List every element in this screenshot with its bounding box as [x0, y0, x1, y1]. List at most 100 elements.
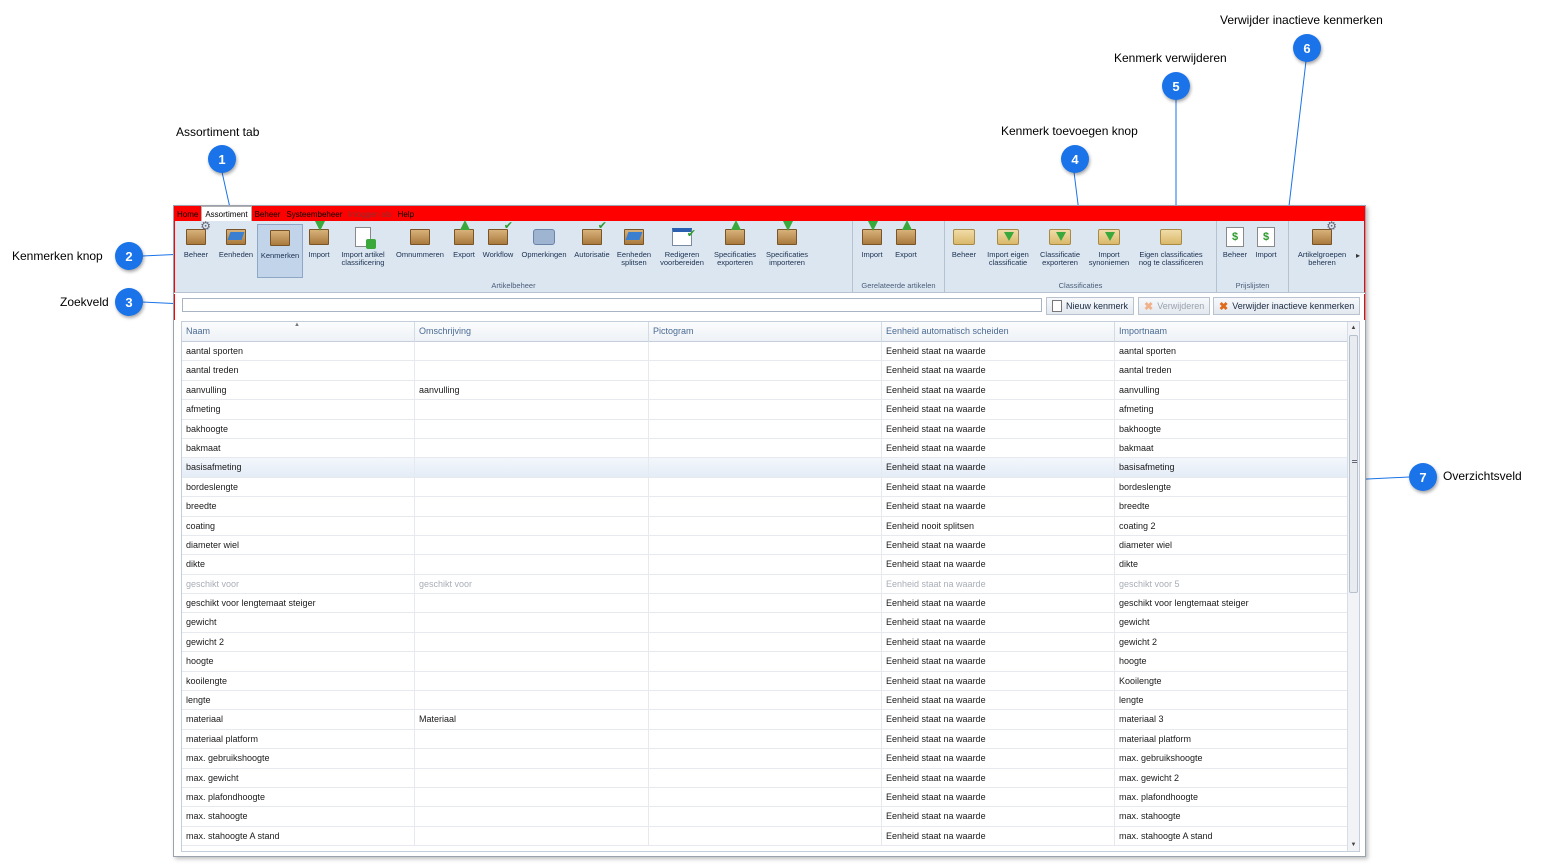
calendar-check-icon [672, 228, 696, 246]
tab-home[interactable]: Home [174, 208, 201, 221]
tab-systeembeheer[interactable]: Systeembeheer [283, 208, 345, 221]
ribbon-btn-export[interactable]: Export [449, 220, 479, 261]
folder-import-icon [997, 229, 1019, 245]
table-row[interactable]: hoogte Eenheid staat na waarde hoogte [182, 652, 1348, 672]
ribbon-btn-eenheden[interactable]: Eenheden [215, 224, 257, 261]
ribbon-btn-import-artikel-classificering[interactable]: Import artikel classificering [335, 224, 391, 269]
ribbon-btn-eenheden-splitsen[interactable]: Eenheden splitsen [613, 224, 655, 269]
column-header-importnaam[interactable]: Importnaam [1115, 322, 1348, 342]
column-header-eenheid[interactable]: Eenheid automatisch scheiden [882, 322, 1115, 342]
ribbon-btn-autorisatie[interactable]: Autorisatie [571, 222, 613, 261]
delete-inactive-button[interactable]: ✖ Verwijder inactieve kenmerken [1213, 297, 1361, 315]
ribbon-btn-import-eigen-classificatie[interactable]: Import eigen classificatie [981, 224, 1035, 269]
vertical-scrollbar[interactable]: ▲ ▼ [1347, 322, 1359, 851]
table-cell [649, 671, 882, 691]
scroll-down-icon[interactable]: ▼ [1348, 839, 1359, 851]
table-row[interactable]: max. gebruikshoogte Eenheid staat na waar… [182, 749, 1348, 769]
table-cell: geschikt voor 5 [1115, 574, 1348, 594]
table-cell: max. stahoogte [182, 807, 415, 826]
scroll-up-icon[interactable]: ▲ [1348, 322, 1359, 334]
doc-import-icon [355, 227, 376, 249]
table-cell [415, 768, 649, 787]
table-row[interactable]: materiaal Materiaal Eenheid staat na waard… [182, 710, 1348, 730]
table-row[interactable]: afmeting Eenheid staat na waarde afmeting [182, 400, 1348, 420]
table-row[interactable]: basisafmeting Eenheid staat na waarde basi… [182, 458, 1348, 478]
table-row[interactable]: coating Eenheid nooit splitsen coating 2 [182, 516, 1348, 536]
scrollbar-thumb[interactable] [1349, 335, 1358, 593]
table-row[interactable]: bakhoogte Eenheid staat na waarde bakhoogt… [182, 419, 1348, 439]
folder-export-icon [1049, 229, 1071, 245]
table-row[interactable]: diameter wiel Eenheid staat na waarde diam… [182, 535, 1348, 556]
table-row[interactable]: geschikt voor geschikt voor Eenheid staat … [182, 574, 1348, 595]
search-input[interactable] [182, 298, 1042, 312]
folder-import-icon [1098, 229, 1120, 245]
ribbon-btn-eigen-classificaties[interactable]: Eigen classificaties nog te classificere… [1133, 224, 1209, 269]
table-row[interactable]: max. stahoogte Eenheid staat na waarde max… [182, 807, 1348, 827]
table-cell: materiaal 3 [1115, 710, 1348, 729]
table-row[interactable]: max. gewicht Eenheid staat na waarde max. … [182, 768, 1348, 788]
tab-beheer[interactable]: Beheer [252, 208, 284, 221]
table-cell [649, 458, 882, 477]
ribbon-btn-classificaties-beheer[interactable]: Beheer [947, 224, 981, 261]
ribbon-btn-beheer[interactable]: Beheer [177, 222, 215, 261]
callout-label-4: Kenmerk toevoegen knop [1001, 124, 1138, 138]
ribbon-btn-gerelateerde-export[interactable]: Export [889, 220, 923, 261]
ribbon-btn-gerelateerde-import[interactable]: Import [855, 221, 889, 261]
box-split-icon [624, 229, 644, 245]
ribbon-btn-redigeren-voorbereiden[interactable]: Redigeren voorbereiden [655, 224, 709, 269]
column-header-omschrijving[interactable]: Omschrijving [415, 322, 649, 342]
box-renumber-icon [410, 229, 430, 245]
table-cell [415, 749, 649, 768]
tab-help[interactable]: Help [395, 208, 417, 221]
table-row[interactable]: dikte Eenheid staat na waarde dikte [182, 555, 1348, 575]
grid-body: aantal sporten Eenheid staat na waarde aan… [182, 342, 1348, 847]
table-row[interactable]: kooilengte Eenheid staat na waarde Kooilen… [182, 671, 1348, 692]
table-cell: materiaal platform [182, 729, 415, 749]
table-row[interactable]: gewicht 2 Eenheid staat na waarde gewicht … [182, 632, 1348, 653]
table-cell: afmeting [182, 400, 415, 419]
new-kenmerk-button[interactable]: Nieuw kenmerk [1046, 297, 1135, 315]
ribbon-btn-omnummeren[interactable]: Omnummeren [391, 224, 449, 261]
table-row[interactable]: aantal treden Eenheid staat na waarde aant… [182, 361, 1348, 381]
comment-icon [533, 229, 555, 245]
ribbon-group-classificaties: Beheer Import eigen classificatie Classi… [945, 221, 1217, 292]
ribbon-btn-prijslijsten-beheer[interactable]: $ Beheer [1219, 224, 1251, 261]
table-row[interactable]: max. plafondhoogte Eenheid staat na waard… [182, 787, 1348, 808]
table-cell [649, 555, 882, 574]
table-row[interactable]: gewicht Eenheid staat na waarde gewicht [182, 613, 1348, 633]
table-row[interactable]: breedte Eenheid staat na waarde breedte [182, 497, 1348, 517]
tab-inloggen-als[interactable]: Inloggen als [345, 208, 394, 221]
ribbon-btn-opmerkingen[interactable]: Opmerkingen [517, 224, 571, 261]
table-row[interactable]: aanvulling aanvulling Eenheid staat na waa… [182, 380, 1348, 401]
table-row[interactable]: geschikt voor lengtemaat steiger Eenheid … [182, 594, 1348, 614]
ribbon-btn-kenmerken[interactable]: Kenmerken [257, 224, 303, 278]
application-window: Home Assortiment Beheer Systeembeheer In… [173, 205, 1366, 857]
ribbon-btn-specificaties-importeren[interactable]: Specificaties importeren [761, 221, 813, 269]
table-row[interactable]: bordeslengte Eenheid staat na waarde borde… [182, 477, 1348, 498]
ribbon-btn-artikelgroepen-beheren[interactable]: Artikelgroepen beheren [1291, 222, 1353, 269]
ribbon-btn-import-synoniemen[interactable]: Import synoniemen [1085, 224, 1133, 269]
ribbon-scroll-right-icon[interactable]: ▸ [1356, 251, 1360, 260]
delete-button[interactable]: ✖ Verwijderen [1138, 297, 1211, 315]
ribbon-btn-specificaties-exporteren[interactable]: Specificaties exporteren [709, 220, 761, 269]
ribbon-btn-import[interactable]: Import [303, 221, 335, 261]
delete-icon: ✖ [1219, 300, 1229, 313]
column-header-pictogram[interactable]: Pictogram [649, 322, 882, 342]
table-cell: Eenheid staat na waarde [882, 361, 1115, 380]
box-import-icon [777, 221, 797, 245]
table-row[interactable]: bakmaat Eenheid staat na waarde bakmaat [182, 438, 1348, 459]
table-cell: max. stahoogte A stand [1115, 826, 1348, 846]
table-cell [649, 380, 882, 400]
callout-badge-4: 4 [1061, 145, 1089, 173]
table-row[interactable]: aantal sporten Eenheid staat na waarde aan… [182, 342, 1348, 362]
table-row[interactable]: max. stahoogte A stand Eenheid staat na w… [182, 826, 1348, 847]
table-row[interactable]: materiaal platform Eenheid staat na waard… [182, 729, 1348, 750]
table-cell [649, 594, 882, 613]
ribbon-btn-classificatie-exporteren[interactable]: Classificatie exporteren [1035, 224, 1085, 269]
ribbon-btn-workflow[interactable]: Workflow [479, 222, 517, 261]
table-cell: max. stahoogte [1115, 807, 1348, 826]
ribbon-btn-prijslijsten-import[interactable]: $ Import [1251, 224, 1281, 261]
column-header-naam[interactable]: ▲ Naam [182, 322, 415, 342]
table-row[interactable]: lengte Eenheid staat na waarde lengte [182, 691, 1348, 711]
table-cell [415, 691, 649, 710]
